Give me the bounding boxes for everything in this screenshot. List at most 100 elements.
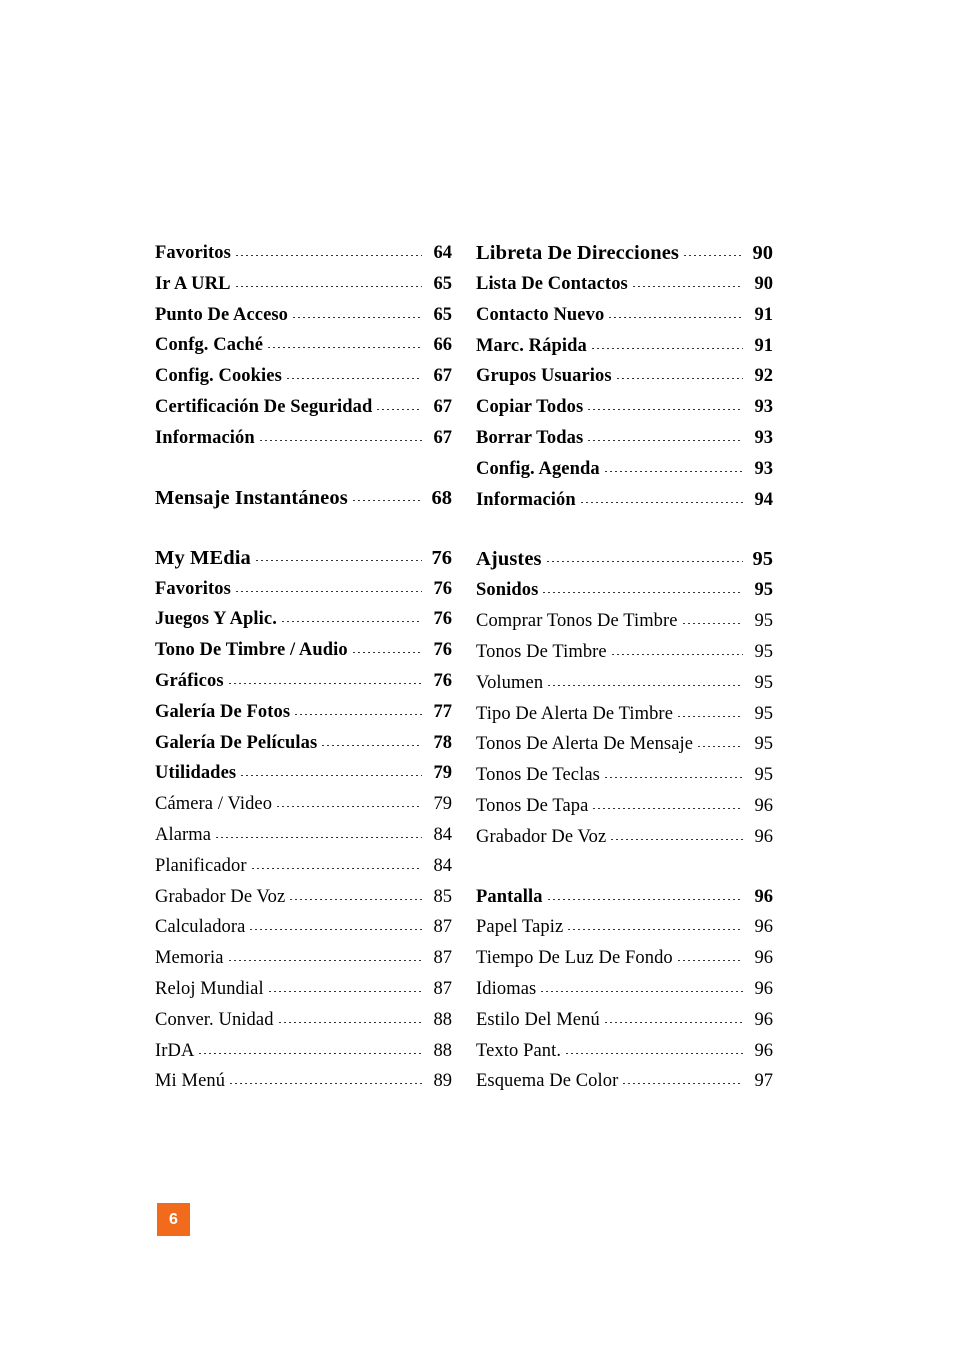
toc-entry[interactable]: Mensaje Instantáneos 68: [155, 483, 452, 514]
toc-entry-label: Comprar Tonos De Timbre: [476, 611, 678, 632]
toc-entry[interactable]: Pantalla 96: [476, 882, 773, 913]
toc-entry-page-number: 95: [754, 765, 774, 786]
toc-entry[interactable]: Comprar Tonos De Timbre 95: [476, 606, 773, 637]
toc-entry[interactable]: Información 94: [476, 485, 773, 516]
toc-entry-label: Grabador De Voz: [476, 826, 607, 847]
toc-entry[interactable]: Tonos De Alerta De Mensaje 95: [476, 729, 773, 760]
toc-dot-leader: [593, 807, 743, 809]
toc-entry[interactable]: Sonidos 95: [476, 575, 773, 606]
toc-entry[interactable]: IrDA 88: [155, 1036, 452, 1067]
toc-entry-label: Confg. Caché: [155, 335, 264, 356]
toc-entry[interactable]: Favoritos 76: [155, 574, 452, 605]
toc-dot-leader: [216, 836, 422, 838]
toc-entry[interactable]: Confg. Caché 66: [155, 330, 452, 361]
toc-dot-leader: [604, 777, 743, 779]
toc-entry[interactable]: Juegos Y Aplic. 76: [155, 604, 452, 635]
toc-entry-label: Volumen: [476, 672, 544, 693]
page-number-label: 6: [169, 1210, 178, 1228]
toc-entry-page-number: 88: [433, 1009, 453, 1030]
toc-entry[interactable]: Tipo De Alerta De Timbre 95: [476, 699, 773, 730]
toc-entry[interactable]: Galería De Películas 78: [155, 728, 452, 759]
toc-entry[interactable]: Ajustes 95: [476, 544, 773, 575]
toc-entry-label: Tipo De Alerta De Timbre: [476, 703, 674, 724]
toc-entry[interactable]: Mi Menú 89: [155, 1066, 452, 1097]
toc-dot-leader: [377, 408, 422, 410]
toc-entry[interactable]: Idiomas 96: [476, 974, 773, 1005]
toc-dot-leader: [678, 715, 743, 717]
toc-entry[interactable]: Tiempo De Luz De Fondo 96: [476, 943, 773, 974]
toc-dot-leader: [566, 1052, 743, 1054]
toc-entry[interactable]: Gráficos 76: [155, 666, 452, 697]
toc-dot-leader: [255, 559, 422, 561]
toc-entry[interactable]: Calculadora 87: [155, 912, 452, 943]
toc-entry[interactable]: Información 67: [155, 423, 452, 454]
toc-entry-page-number: 89: [433, 1071, 453, 1092]
toc-entry[interactable]: Punto De Acceso 65: [155, 300, 452, 331]
toc-entry-label: Tonos De Timbre: [476, 641, 607, 662]
toc-entry[interactable]: Volumen 95: [476, 668, 773, 699]
toc-dot-leader: [568, 929, 743, 931]
toc-entry[interactable]: Texto Pant. 96: [476, 1036, 773, 1067]
toc-entry[interactable]: Copiar Todos 93: [476, 392, 773, 423]
toc-entry[interactable]: Certificación De Seguridad 67: [155, 392, 452, 423]
toc-entry[interactable]: Config. Agenda 93: [476, 454, 773, 485]
toc-entry-page-number: 91: [754, 335, 774, 356]
toc-entry[interactable]: Memoria 87: [155, 943, 452, 974]
toc-entry-page-number: 95: [754, 703, 774, 724]
toc-entry-page-number: 66: [433, 335, 453, 356]
toc-entry[interactable]: Tonos De Tapa 96: [476, 791, 773, 822]
toc-entry[interactable]: Tono De Timbre / Audio 76: [155, 635, 452, 666]
toc-entry[interactable]: Tonos De Timbre 95: [476, 637, 773, 668]
toc-entry[interactable]: Reloj Mundial 87: [155, 974, 452, 1005]
toc-entry-label: Tono De Timbre / Audio: [155, 640, 348, 661]
toc-entry[interactable]: Lista De Contactos 90: [476, 269, 773, 300]
toc-entry-page-number: 67: [433, 366, 453, 387]
toc-entry[interactable]: Esquema De Color 97: [476, 1066, 773, 1097]
toc-entry[interactable]: Utilidades 79: [155, 758, 452, 789]
toc-entry-page-number: 76: [433, 670, 453, 691]
toc-entry[interactable]: Cámera / Video 79: [155, 789, 452, 820]
toc-entry-page-number: 96: [754, 1040, 774, 1061]
toc-dot-leader: [547, 898, 743, 900]
toc-dot-leader: [543, 592, 743, 594]
toc-dot-leader: [281, 621, 422, 623]
toc-entry-label: Favoritos: [155, 578, 231, 599]
toc-entry[interactable]: Grabador De Voz 85: [155, 882, 452, 913]
table-of-contents: Favoritos 64 Ir A URL 65 Punto De Acceso 65 Co…: [155, 238, 773, 1097]
toc-group-libreta-de-direcciones-group: Libreta De Direcciones 90 Lista De Contact…: [476, 238, 773, 515]
toc-entry[interactable]: Grabador De Voz 96: [476, 822, 773, 853]
toc-entry[interactable]: Conver. Unidad 88: [155, 1005, 452, 1036]
toc-entry-label: Config. Cookies: [155, 366, 282, 387]
toc-entry-label: Papel Tapiz: [476, 917, 564, 938]
toc-entry[interactable]: Tonos De Teclas 95: [476, 760, 773, 791]
toc-entry-page-number: 68: [431, 486, 453, 509]
toc-entry[interactable]: Galería De Fotos 77: [155, 697, 452, 728]
toc-group-pantalla-group: Pantalla 96 Papel Tapiz 96 Tiempo De Luz De …: [476, 882, 773, 1098]
toc-entry[interactable]: Alarma 84: [155, 820, 452, 851]
toc-entry[interactable]: Favoritos 64: [155, 238, 452, 269]
toc-entry[interactable]: My MEdia 76: [155, 543, 452, 574]
toc-dot-leader: [286, 378, 422, 380]
toc-entry[interactable]: Marc. Rápida 91: [476, 331, 773, 362]
toc-entry-label: Marc. Rápida: [476, 335, 587, 356]
toc-entry-page-number: 87: [433, 948, 453, 969]
toc-entry[interactable]: Papel Tapiz 96: [476, 912, 773, 943]
toc-entry[interactable]: Grupos Usuarios 92: [476, 361, 773, 392]
toc-entry-label: Galería De Fotos: [155, 701, 291, 722]
toc-entry[interactable]: Estilo Del Menú 96: [476, 1005, 773, 1036]
toc-dot-leader: [322, 744, 422, 746]
toc-entry-page-number: 91: [754, 304, 774, 325]
toc-entry-label: Tonos De Tapa: [476, 795, 589, 816]
toc-entry[interactable]: Libreta De Direcciones 90: [476, 238, 773, 269]
toc-dot-leader: [548, 684, 743, 686]
toc-entry-page-number: 76: [433, 640, 453, 661]
toc-entry-label: Texto Pant.: [476, 1040, 562, 1061]
toc-entry[interactable]: Contacto Nuevo 91: [476, 300, 773, 331]
toc-left-column: Favoritos 64 Ir A URL 65 Punto De Acceso 65 Co…: [155, 238, 452, 1097]
toc-entry-label: Reloj Mundial: [155, 978, 264, 999]
toc-dot-leader: [604, 470, 743, 472]
toc-entry[interactable]: Borrar Todas 93: [476, 423, 773, 454]
toc-entry[interactable]: Config. Cookies 67: [155, 361, 452, 392]
toc-entry[interactable]: Planificador 84: [155, 851, 452, 882]
toc-entry[interactable]: Ir A URL 65: [155, 269, 452, 300]
